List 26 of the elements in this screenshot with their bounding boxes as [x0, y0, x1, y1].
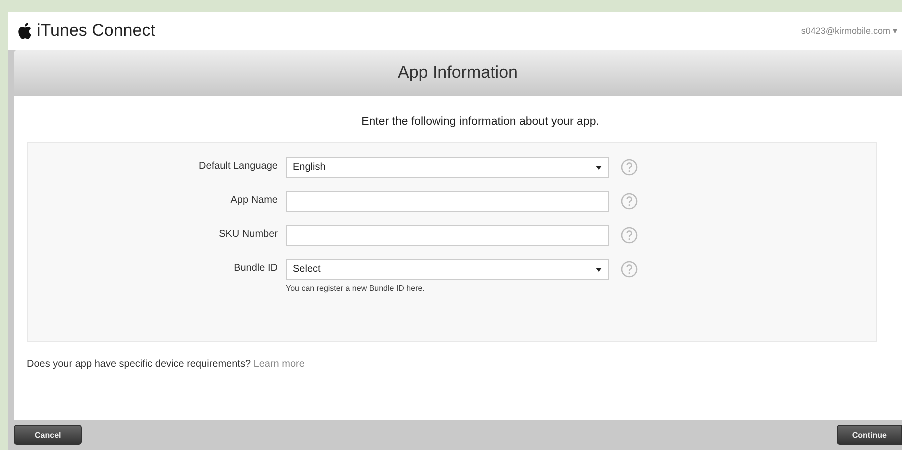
help-icon[interactable]: [621, 227, 638, 244]
caret-icon: [596, 268, 602, 272]
cancel-button[interactable]: Cancel: [14, 425, 82, 445]
dropdown[interactable]: Select: [286, 259, 609, 280]
device-requirements-text: Does your app have specific device requirements?: [27, 359, 252, 370]
continue-button[interactable]: Continue: [837, 425, 902, 445]
hint-text: You can register a new Bundle ID here.: [286, 284, 426, 293]
dropdown[interactable]: English: [286, 157, 609, 178]
field-label: App Name: [230, 194, 279, 208]
intro-text: Enter the following information about your app.: [360, 116, 600, 128]
logo-text: iTunes Connect: [37, 21, 156, 41]
learn-more-link[interactable]: Learn more: [254, 359, 305, 370]
panel-title: App Information: [398, 63, 518, 83]
help-icon[interactable]: [621, 261, 638, 278]
dropdown-value: Select: [293, 264, 321, 275]
input-field[interactable]: [286, 191, 609, 212]
apple-logo-icon: [18, 23, 32, 39]
help-icon[interactable]: [621, 193, 638, 210]
dropdown-value: English: [293, 162, 326, 173]
caret-icon: [596, 166, 602, 170]
field-label: Default Language: [198, 160, 279, 174]
account-menu[interactable]: s0423@kirmobile.com ▾: [801, 26, 898, 36]
input-field[interactable]: [286, 225, 609, 246]
field-label: SKU Number: [218, 228, 279, 242]
help-icon[interactable]: [621, 159, 638, 176]
field-label: Bundle ID: [233, 262, 279, 276]
